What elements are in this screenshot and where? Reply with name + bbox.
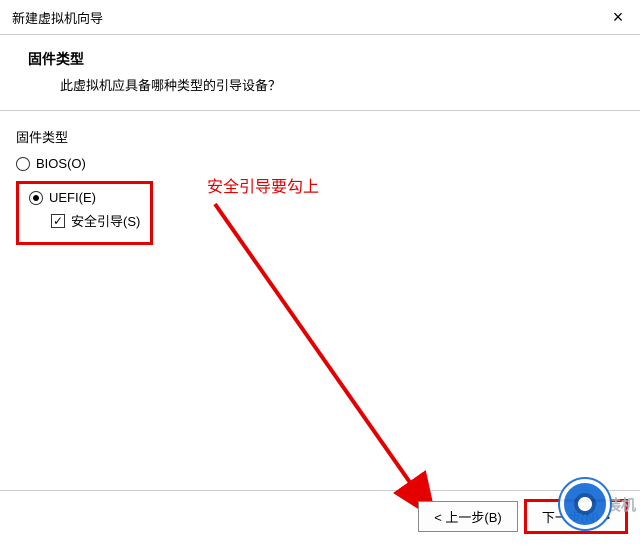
annotation-arrow-icon xyxy=(200,196,460,536)
watermark: 装机 xyxy=(560,479,636,529)
wizard-footer: < 上一步(B) 下一步(N) > xyxy=(0,491,640,542)
page-subtitle: 此虚拟机应具备哪种类型的引导设备？ xyxy=(60,75,624,94)
title-bar: 新建虚拟机向导 × xyxy=(0,0,640,35)
radio-label: UEFI(E) xyxy=(49,190,96,205)
content-area: 固件类型 BIOS(O) UEFI(E) ✓ 安全引导(S) 安全引导要勾上 xyxy=(0,111,640,491)
watermark-text: 装机 xyxy=(606,494,636,515)
radio-icon-selected xyxy=(29,191,43,205)
annotation-text: 安全引导要勾上 xyxy=(207,173,319,197)
back-button[interactable]: < 上一步(B) xyxy=(418,501,518,532)
radio-label: BIOS(O) xyxy=(36,156,86,171)
radio-bios[interactable]: BIOS(O) xyxy=(16,156,624,171)
close-icon[interactable]: × xyxy=(604,3,632,31)
watermark-logo-icon xyxy=(560,479,610,529)
firmware-group-label: 固件类型 xyxy=(16,127,624,146)
wizard-header: 固件类型 此虚拟机应具备哪种类型的引导设备？ xyxy=(0,35,640,111)
checkbox-label: 安全引导(S) xyxy=(71,211,140,230)
annotation-highlight-box: UEFI(E) ✓ 安全引导(S) xyxy=(16,181,153,245)
window-title: 新建虚拟机向导 xyxy=(12,8,103,27)
checkbox-icon-checked: ✓ xyxy=(51,214,65,228)
radio-uefi[interactable]: UEFI(E) xyxy=(29,190,140,205)
page-title: 固件类型 xyxy=(28,49,624,69)
checkbox-secure-boot[interactable]: ✓ 安全引导(S) xyxy=(51,211,140,230)
radio-icon xyxy=(16,157,30,171)
